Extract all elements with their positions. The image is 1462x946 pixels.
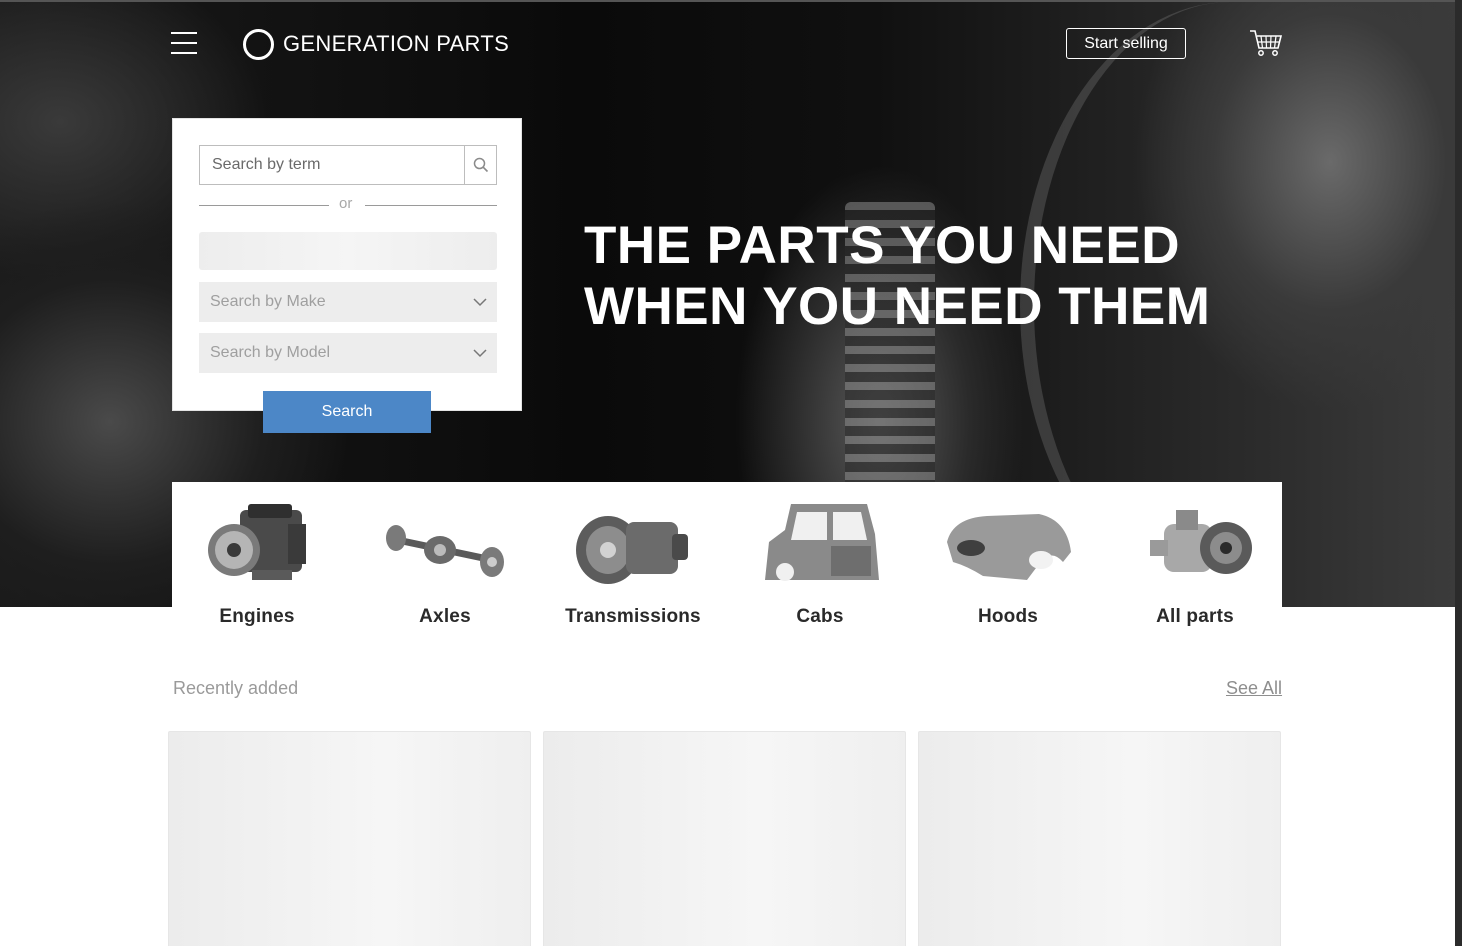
hood-icon xyxy=(947,514,1071,580)
shopping-cart-icon[interactable] xyxy=(1249,29,1283,57)
hero-headline: THE PARTS YOU NEED WHEN YOU NEED THEM xyxy=(584,215,1210,337)
search-icon xyxy=(473,157,488,173)
search-submit-icon-button[interactable] xyxy=(464,145,497,185)
category-engines[interactable]: Engines xyxy=(172,482,342,632)
loading-placeholder-bar xyxy=(199,232,497,270)
differential-icon xyxy=(1150,510,1252,574)
window-edge xyxy=(1455,0,1462,946)
logo-circle-icon xyxy=(243,29,274,60)
category-label: All parts xyxy=(1156,606,1234,627)
category-label: Axles xyxy=(419,606,471,627)
product-card-placeholder[interactable] xyxy=(918,731,1281,946)
brand-name[interactable]: GENERATION PARTS xyxy=(283,31,509,57)
make-select[interactable]: Search by Make xyxy=(199,282,497,322)
category-label: Transmissions xyxy=(565,606,701,627)
category-all-parts[interactable]: All parts xyxy=(1110,482,1280,632)
or-separator: or xyxy=(339,195,353,212)
recently-added-heading: Recently added xyxy=(173,678,299,698)
make-select-label: Search by Make xyxy=(210,293,326,310)
search-term-input[interactable] xyxy=(199,145,465,185)
chevron-down-icon xyxy=(473,348,487,357)
search-panel: or Search by Make Search by Model xyxy=(172,118,522,411)
cab-icon xyxy=(765,504,879,581)
category-label: Cabs xyxy=(796,606,844,627)
search-button[interactable]: Search xyxy=(263,391,431,433)
category-transmissions[interactable]: Transmissions xyxy=(548,482,718,632)
chevron-down-icon xyxy=(473,297,487,306)
product-card-placeholder[interactable] xyxy=(543,731,906,946)
engine-icon xyxy=(208,504,306,580)
divider-right xyxy=(365,205,497,206)
axle-icon xyxy=(386,525,504,577)
transmission-icon xyxy=(576,516,688,584)
category-hoods[interactable]: Hoods xyxy=(923,482,1093,632)
hamburger-menu-icon[interactable] xyxy=(171,31,197,55)
see-all-link[interactable]: See All xyxy=(1226,678,1282,699)
start-selling-button[interactable]: Start selling xyxy=(1066,28,1186,59)
model-select-label: Search by Model xyxy=(210,344,331,361)
category-axles[interactable]: Axles xyxy=(360,482,530,632)
divider-left xyxy=(199,205,329,206)
category-label: Hoods xyxy=(977,606,1039,627)
category-label: Engines xyxy=(219,606,295,627)
category-cabs[interactable]: Cabs xyxy=(735,482,905,632)
category-strip: Engines Axles Transmissions Cabs Hoods A… xyxy=(172,482,1282,632)
hero-headline-line-1: THE PARTS YOU NEED xyxy=(584,216,1181,275)
product-card-placeholder[interactable] xyxy=(168,731,531,946)
hero-headline-line-2: WHEN YOU NEED THEM xyxy=(584,277,1211,336)
model-select[interactable]: Search by Model xyxy=(199,333,497,373)
